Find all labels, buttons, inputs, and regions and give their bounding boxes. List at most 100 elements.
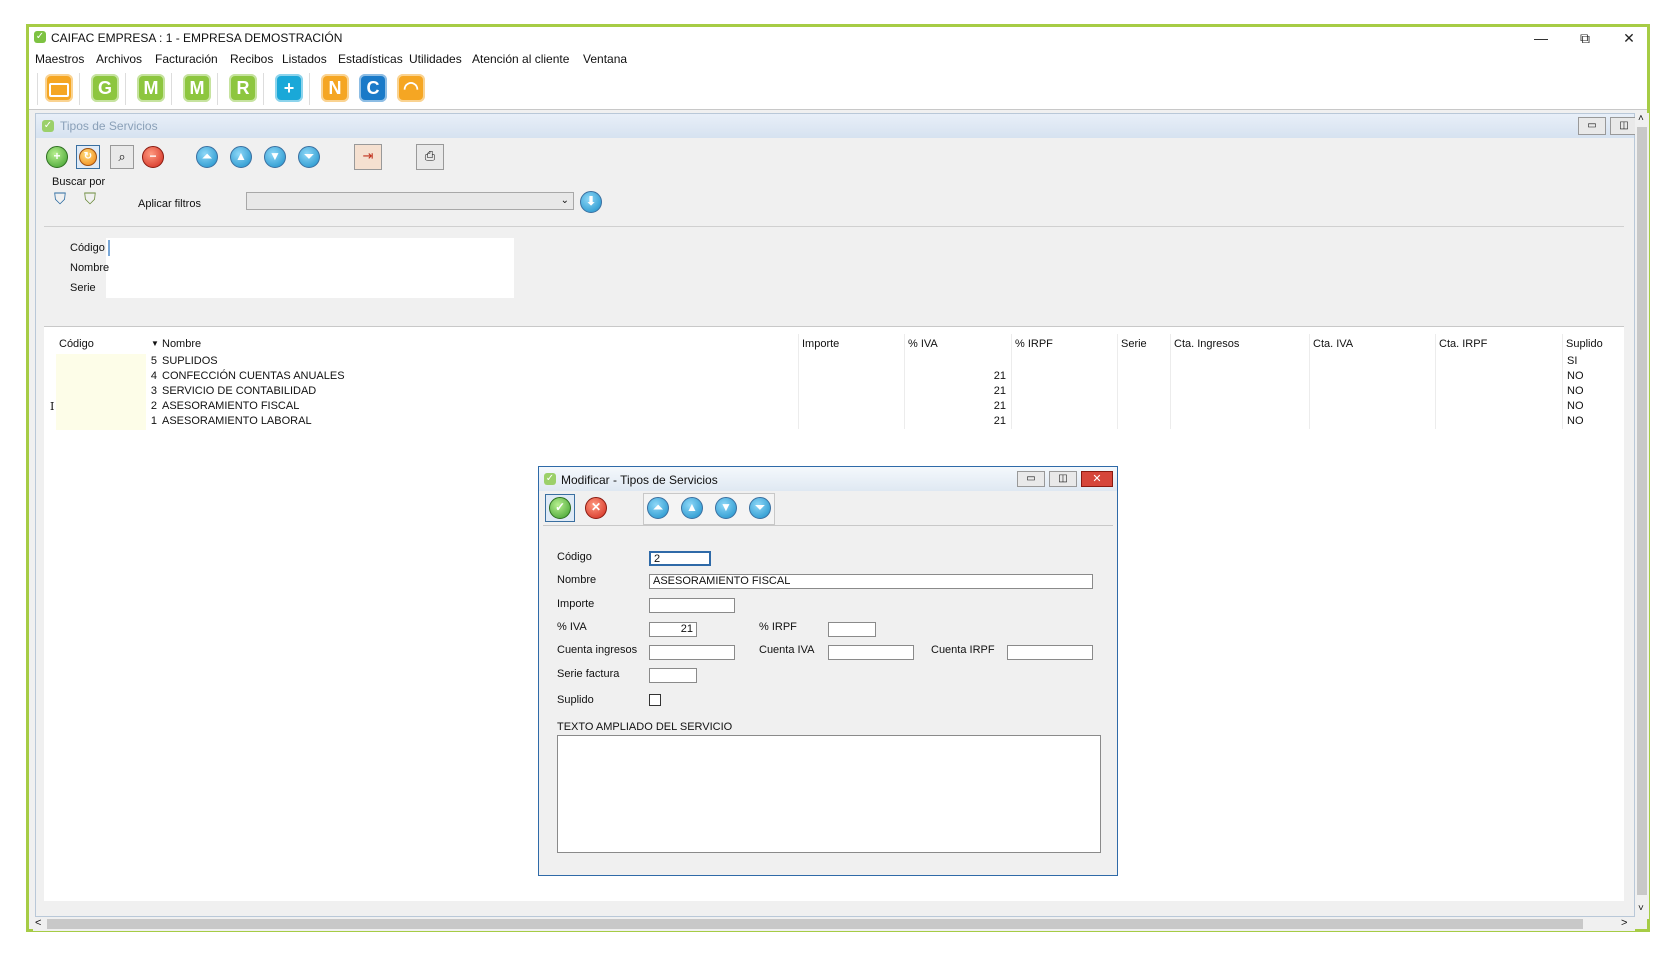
horizontal-scrollbar[interactable]: < > [33,917,1635,931]
codigo-input[interactable]: 2 [649,551,711,566]
filter-clear-icon[interactable]: ⛉ [78,191,102,215]
menu-atencion-cliente[interactable]: Atención al cliente [472,52,569,66]
last-record-icon[interactable]: ⏷ [749,497,771,519]
serie-factura-label: Serie factura [557,668,620,680]
table-row[interactable]: 3 SERVICIO DE CONTABILIDAD 21 NO [46,384,1594,399]
cell-iva: 21 [993,400,1006,412]
vertical-scroll-thumb[interactable] [1637,127,1647,895]
last-record-icon[interactable]: ⏷ [298,146,320,168]
menu-recibos[interactable]: Recibos [230,52,273,66]
toolbar-separator [37,73,38,105]
cuenta-ingresos-input[interactable] [649,645,735,660]
rm-icon[interactable]: R [229,74,257,102]
cuenta-ingresos-label: Cuenta ingresos [557,644,638,656]
menu-archivos[interactable]: Archivos [96,52,142,66]
accept-button[interactable]: ✓ [545,494,575,522]
delete-icon[interactable]: − [142,146,164,168]
cancel-icon[interactable]: ✕ [585,497,607,519]
cuenta-iva-input[interactable] [828,645,914,660]
scroll-right-icon[interactable]: > [1621,917,1627,929]
filter-serie-input[interactable] [108,280,510,296]
header-irpf[interactable]: % IRPF [1015,338,1053,350]
exit-door-icon[interactable]: ⇥ [354,144,382,170]
modify-button[interactable]: ↻ [76,145,100,169]
header-cta-iva[interactable]: Cta. IVA [1313,338,1353,350]
first-record-icon[interactable]: ⏶ [196,146,218,168]
vertical-scrollbar[interactable]: ˄ ˅ [1635,113,1649,919]
header-codigo[interactable]: Código [59,338,94,350]
table-row[interactable]: I 2 ASESORAMIENTO FISCAL 21 NO [46,399,1594,414]
main-toolbar: G M M R + N C ◠ [29,69,1647,110]
next-record-icon[interactable]: ▼ [264,146,286,168]
scroll-left-icon[interactable]: < [35,917,41,929]
filter-search-icon[interactable]: ⛉ [48,191,72,215]
suplido-checkbox[interactable] [649,694,661,706]
header-nombre[interactable]: Nombre [162,338,201,350]
menu-listados[interactable]: Listados [282,52,327,66]
texto-ampliado-textarea[interactable] [557,735,1101,853]
nombre-input[interactable]: ASESORAMIENTO FISCAL [649,574,1093,589]
filter-label-nombre: Nombre [70,262,110,274]
mf-icon[interactable]: M [137,74,165,102]
menu-utilidades[interactable]: Utilidades [409,52,462,66]
header-suplido[interactable]: Suplido [1566,338,1603,350]
headset-icon[interactable]: ◠ [397,74,425,102]
apply-filter-icon[interactable]: ⬇ [580,191,602,213]
menu-maestros[interactable]: Maestros [35,52,84,66]
previous-record-icon[interactable]: ▲ [681,497,703,519]
child-restore-button[interactable]: ◫ [1610,117,1638,135]
scroll-up-icon[interactable]: ˄ [1638,113,1644,124]
plus-icon[interactable]: + [275,74,303,102]
previous-record-icon[interactable]: ▲ [230,146,252,168]
c-icon[interactable]: C [359,74,387,102]
child-check-icon: ✓ [42,120,54,132]
serie-factura-input[interactable] [649,668,697,683]
aplicar-filtros-label: Aplicar filtros [138,198,201,210]
header-iva[interactable]: % IVA [908,338,938,350]
gf-icon[interactable]: G [91,74,119,102]
menu-estadisticas[interactable]: Estadísticas [338,52,403,66]
horizontal-scroll-thumb[interactable] [47,919,1583,929]
close-button[interactable]: ✕ [1607,27,1651,49]
add-icon[interactable]: + [46,146,68,168]
minimize-button[interactable]: — [1519,27,1563,49]
printer-icon[interactable]: ⎙ [416,144,444,170]
next-record-icon[interactable]: ▼ [715,497,737,519]
toolbar-separator [217,73,218,105]
header-cta-ingresos[interactable]: Cta. Ingresos [1174,338,1239,350]
child-minimize-button[interactable]: ▭ [1578,117,1606,135]
first-record-icon[interactable]: ⏶ [647,497,669,519]
cell-suplido: SI [1567,355,1578,367]
header-cta-irpf[interactable]: Cta. IRPF [1439,338,1487,350]
filter-codigo-input[interactable] [108,240,512,256]
cuenta-irpf-label: Cuenta IRPF [931,644,995,656]
scroll-down-icon[interactable]: ˅ [1638,903,1644,914]
restore-button[interactable]: ⧉ [1563,27,1607,49]
cell-codigo: 4 [150,370,157,382]
header-serie[interactable]: Serie [1121,338,1147,350]
menu-ventana[interactable]: Ventana [583,52,627,66]
header-importe[interactable]: Importe [802,338,839,350]
table-row[interactable]: 5 SUPLIDOS SI [46,354,1594,369]
cell-nombre: SUPLIDOS [162,355,218,367]
menu-facturacion[interactable]: Facturación [155,52,218,66]
iva-input[interactable]: 21 [649,622,697,637]
importe-input[interactable] [649,598,735,613]
n-icon[interactable]: N [321,74,349,102]
filter-label-serie: Serie [70,282,96,294]
search-icon[interactable]: ⌕ [110,145,134,169]
dialog-close-button[interactable]: ✕ [1081,471,1113,487]
mr-icon[interactable]: M [183,74,211,102]
modify-dialog: ✓ Modificar - Tipos de Servicios ▭ ◫ ✕ ✓… [538,466,1118,876]
table-row[interactable]: 1 ASESORAMIENTO LABORAL 21 NO [46,414,1594,429]
dialog-restore-button[interactable]: ◫ [1049,471,1077,487]
title-bar: ✓ CAIFAC EMPRESA : 1 - EMPRESA DEMOSTRAC… [29,27,1647,49]
irpf-input[interactable] [828,622,876,637]
folder-icon[interactable] [45,74,73,102]
filter-select[interactable]: ⌄ [246,192,574,210]
dialog-minimize-button[interactable]: ▭ [1017,471,1045,487]
filter-nombre-input[interactable] [108,260,510,276]
cuenta-irpf-input[interactable] [1007,645,1093,660]
cell-suplido: NO [1567,415,1584,427]
table-row[interactable]: 4 CONFECCIÓN CUENTAS ANUALES 21 NO [46,369,1594,384]
